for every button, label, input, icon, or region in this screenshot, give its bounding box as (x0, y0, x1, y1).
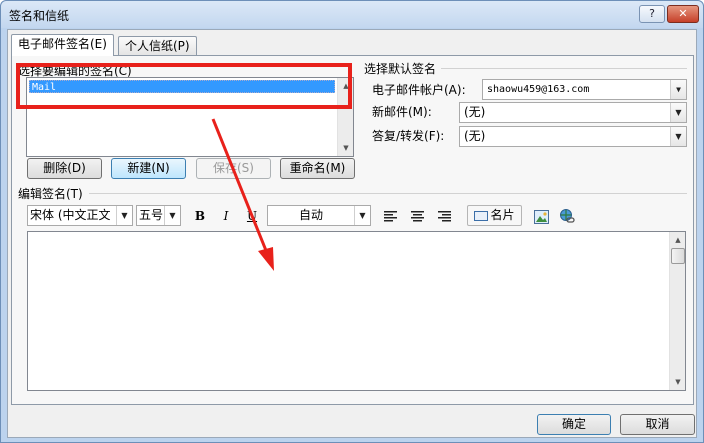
signature-dialog: 签名和信纸 ? ✕ 电子邮件签名(E) 个人信纸(P) 选择要编辑的签名(C) … (0, 0, 704, 443)
annotation-arrow (211, 118, 274, 271)
